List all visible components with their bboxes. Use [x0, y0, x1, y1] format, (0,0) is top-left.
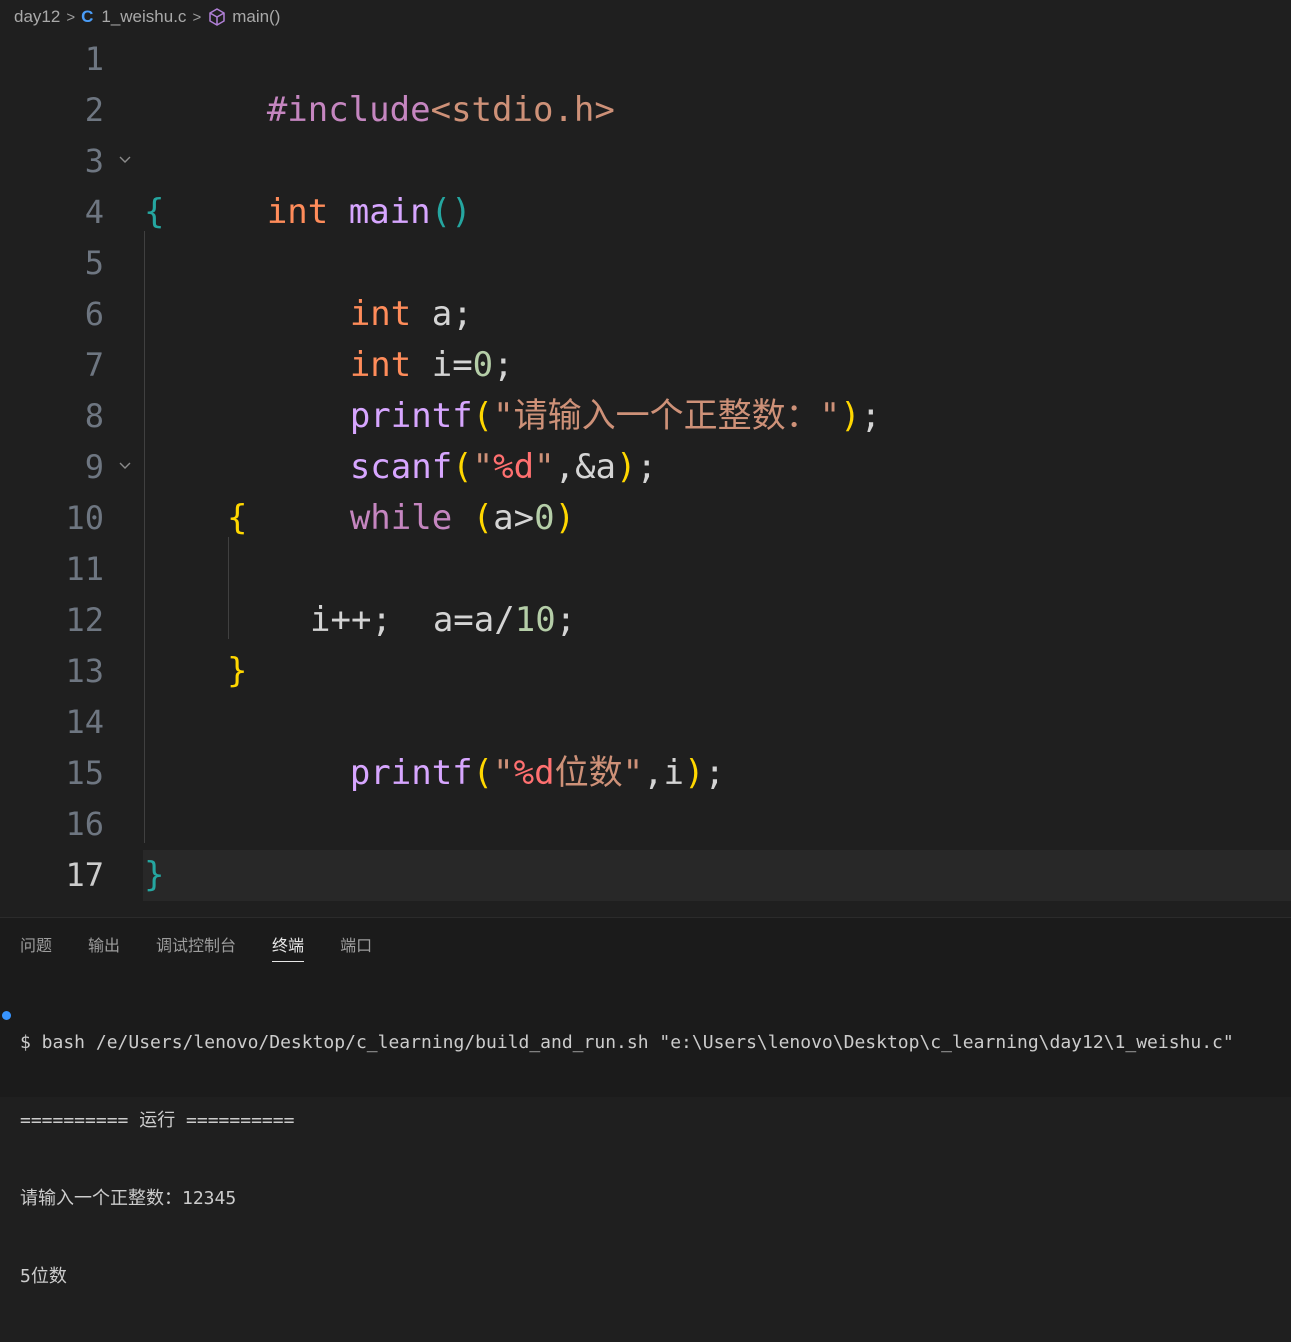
tab-debug-console[interactable]: 调试控制台 [156, 932, 236, 962]
current-line-highlight [143, 850, 1291, 901]
code-line[interactable]: 15 [0, 748, 1291, 799]
line-number: 8 [84, 397, 104, 435]
fold-chevron-icon[interactable] [117, 442, 133, 493]
code-line[interactable]: 1 #include<stdio.h> [0, 34, 1291, 130]
code-line[interactable]: 6 int i=0; [0, 289, 1291, 385]
line-number: 4 [84, 193, 104, 231]
tab-output[interactable]: 输出 [88, 932, 120, 962]
line-number: 15 [65, 754, 104, 792]
line-number: 13 [65, 652, 104, 690]
terminal-line: $ bash /e/Users/lenovo/Desktop/c_learnin… [20, 1032, 1234, 1053]
token-brace: { [227, 498, 248, 538]
code-line[interactable]: 14 printf("%d位数",i); [0, 697, 1291, 793]
line-number: 6 [84, 295, 104, 333]
terminal-line: 请输入一个正整数：12345 [20, 1188, 237, 1209]
token-brace: } [227, 651, 248, 691]
tab-ports[interactable]: 端口 [340, 932, 372, 962]
line-number: 2 [84, 91, 104, 129]
terminal-status-dot-icon [2, 1011, 11, 1020]
token-text: i++; [310, 600, 392, 640]
line-number: 14 [65, 703, 104, 741]
line-number: 17 [65, 856, 104, 894]
fold-chevron-icon[interactable] [117, 136, 133, 187]
code-line[interactable]: 8 scanf("%d",&a); [0, 391, 1291, 487]
bottom-panel: 问题 输出 调试控制台 终端 端口 $ bash /e/Users/lenovo… [0, 917, 1291, 1287]
tab-problems[interactable]: 问题 [20, 932, 52, 962]
code-line[interactable]: 10 { [0, 493, 1291, 544]
breadcrumb-file[interactable]: 1_weishu.c [101, 7, 186, 27]
breadcrumb: day12 > C 1_weishu.c > main() [0, 0, 1291, 34]
line-number: 1 [84, 40, 104, 78]
line-number: 12 [65, 601, 104, 639]
code-line[interactable]: 5 int a; [0, 238, 1291, 334]
code-line[interactable]: 7 printf("请输入一个正整数："); [0, 340, 1291, 436]
tab-terminal[interactable]: 终端 [272, 932, 305, 962]
code-line-current[interactable]: 17 } [0, 850, 1291, 901]
code-line[interactable]: 2 [0, 85, 1291, 136]
panel-tabs: 问题 输出 调试控制台 终端 端口 [20, 932, 408, 962]
code-line[interactable]: 3 int main() [0, 136, 1291, 232]
token-brace: } [144, 855, 165, 895]
line-number: 5 [84, 244, 104, 282]
line-number: 3 [84, 142, 104, 180]
terminal-line: 5位数 [20, 1266, 67, 1287]
code-line[interactable]: 12 i++; [0, 595, 1291, 646]
breadcrumb-symbol[interactable]: main() [232, 7, 280, 27]
line-number: 16 [65, 805, 104, 843]
breadcrumb-folder[interactable]: day12 [14, 7, 60, 27]
terminal-line: ========== 运行 ========== [20, 1110, 295, 1131]
chevron-right-icon: > [66, 8, 76, 26]
code-editor[interactable]: 1 #include<stdio.h> 2 3 int main() 4 { 5… [0, 34, 1291, 917]
code-line[interactable]: 13 } [0, 646, 1291, 697]
chevron-right-icon: > [192, 8, 202, 26]
line-number: 9 [84, 448, 104, 486]
line-number: 7 [84, 346, 104, 384]
terminal-output[interactable]: $ bash /e/Users/lenovo/Desktop/c_learnin… [20, 978, 1234, 1342]
code-line[interactable]: 16 return 0; [0, 799, 1291, 895]
c-file-icon: C [81, 7, 94, 26]
token-brace: { [144, 192, 165, 232]
code-line[interactable]: 9 while (a>0) [0, 442, 1291, 538]
method-cube-icon [207, 7, 227, 27]
line-number: 10 [65, 499, 104, 537]
line-number: 11 [65, 550, 104, 588]
code-line[interactable]: 11 a=a/10; [0, 544, 1291, 640]
code-line[interactable]: 4 { [0, 187, 1291, 238]
